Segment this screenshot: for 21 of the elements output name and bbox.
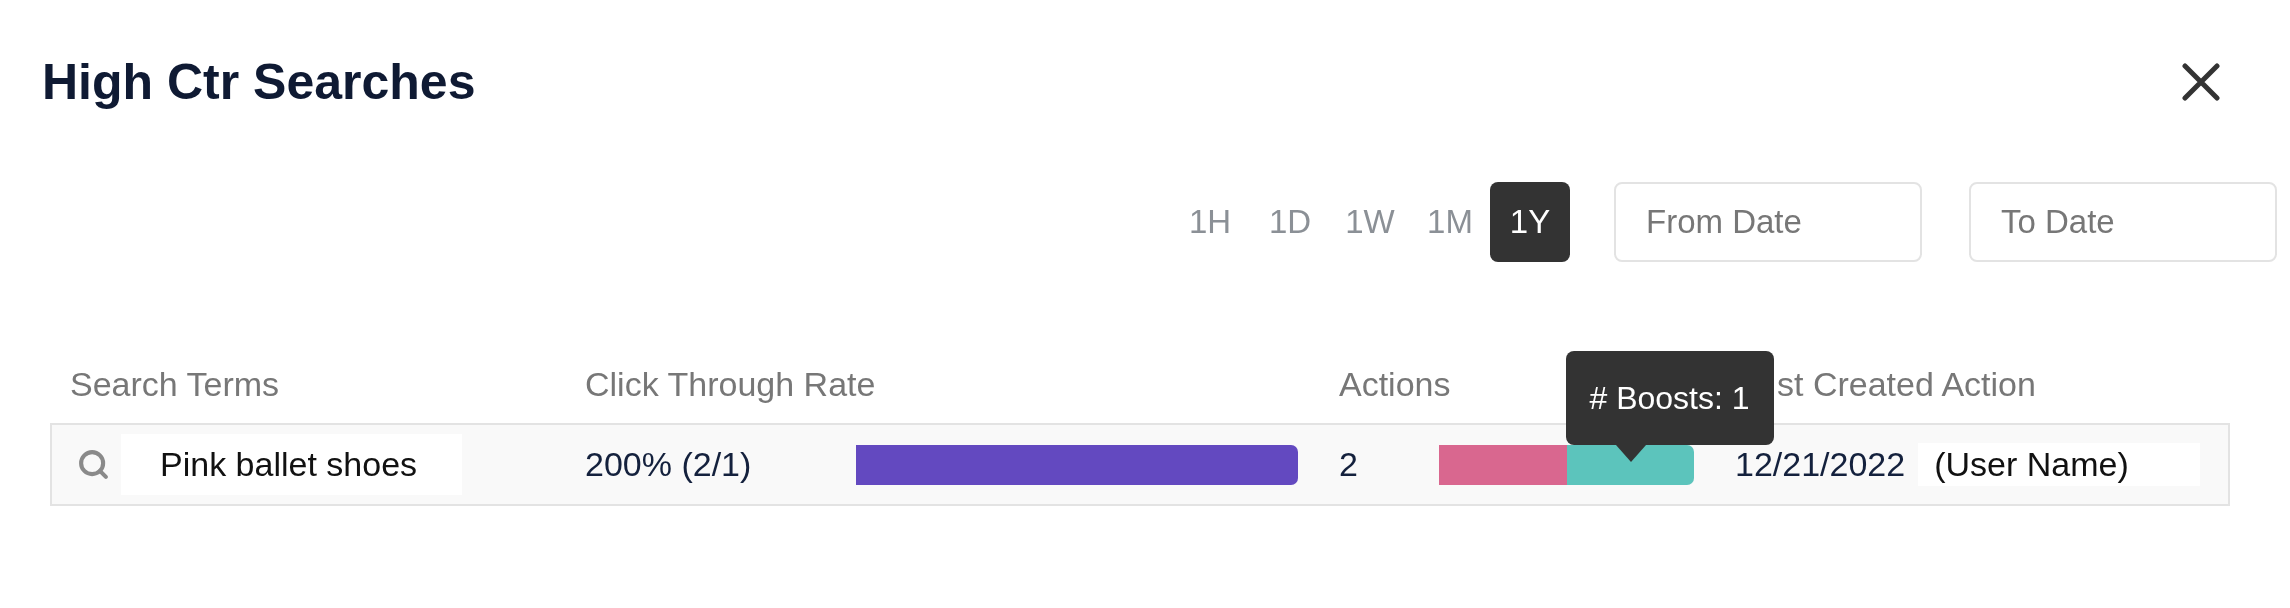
date-field[interactable]: To Date xyxy=(1969,182,2277,262)
time-range-tab[interactable]: 1W xyxy=(1330,182,1410,262)
time-range-tab[interactable]: 1Y xyxy=(1490,182,1570,262)
column-header: st Created Action xyxy=(1777,365,2036,403)
date-field[interactable]: From Date xyxy=(1614,182,1922,262)
time-range-tab[interactable]: 1H xyxy=(1170,182,1250,262)
click-through-rate: 200% (2/1) xyxy=(585,445,752,483)
search-icon xyxy=(77,448,110,481)
close-button[interactable] xyxy=(2182,63,2220,101)
action-count: 2 xyxy=(1339,445,1358,483)
column-header: Actions xyxy=(1339,365,1451,403)
tooltip-pointer-icon xyxy=(1615,444,1646,462)
search-term: Pink ballet shoes xyxy=(121,434,462,495)
dialog-title: High Ctr Searches xyxy=(42,53,476,112)
time-range-tab[interactable]: 1M xyxy=(1410,182,1490,262)
column-header: Click Through Rate xyxy=(585,365,876,403)
actions-bar-segment[interactable] xyxy=(1439,444,1567,485)
time-range-tab[interactable]: 1D xyxy=(1250,182,1330,262)
column-header: Search Terms xyxy=(70,365,280,403)
close-icon xyxy=(2182,63,2220,101)
user-name: (User Name) xyxy=(1918,443,2201,486)
